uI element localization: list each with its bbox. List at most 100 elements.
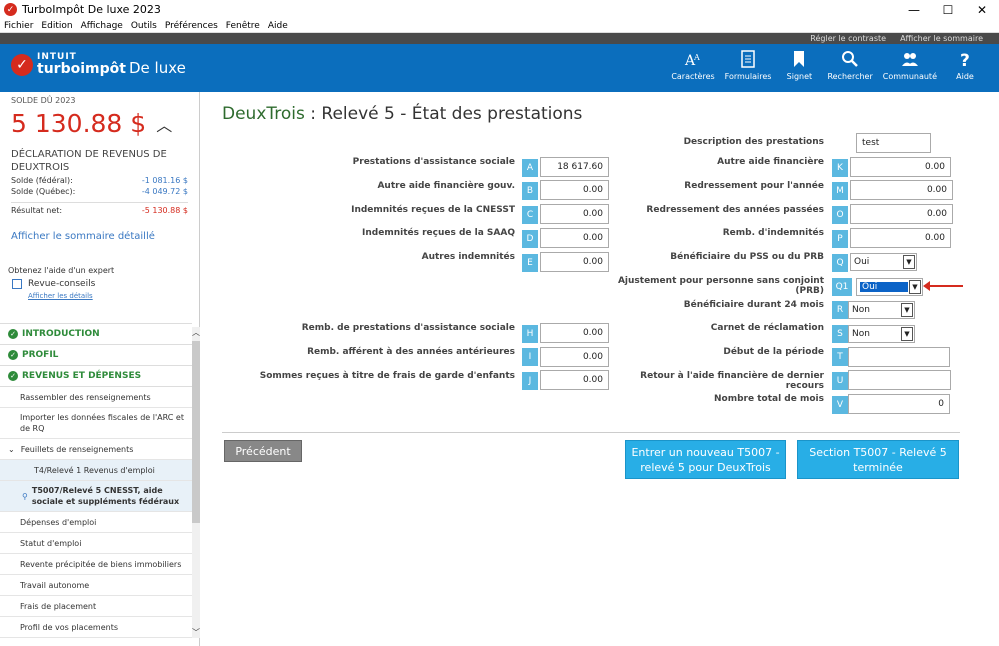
- svg-text:?: ?: [960, 51, 970, 68]
- scroll-down-icon: ﹀: [192, 628, 200, 637]
- nav-item-statut[interactable]: Statut d'emploi: [0, 533, 192, 554]
- select-q[interactable]: Oui ▼: [850, 253, 917, 271]
- sidebar: SOLDE DÛ 2023 5 130.88 $ ︿ DÉCLARATION D…: [0, 92, 200, 646]
- letter-q: Q: [832, 254, 848, 272]
- field-label-m: Redressement pour l'année: [684, 181, 824, 191]
- nav-item-rassembler[interactable]: Rassembler des renseignements: [0, 387, 192, 408]
- field-label-s: Carnet de réclamation: [710, 323, 824, 333]
- input-u[interactable]: [848, 370, 951, 390]
- nav-section-profil[interactable]: ✓ PROFIL: [0, 345, 192, 366]
- menu-fichier[interactable]: Fichier: [4, 21, 33, 31]
- show-summary-link[interactable]: Afficher le sommaire: [900, 34, 983, 43]
- nav-item-profil-placements[interactable]: Profil de vos placements: [0, 617, 192, 638]
- rechercher-button[interactable]: Rechercher: [827, 50, 873, 81]
- input-d[interactable]: 0.00: [540, 228, 609, 248]
- input-h[interactable]: 0.00: [540, 323, 609, 343]
- nav-item-revente[interactable]: Revente précipitée de biens immobiliers: [0, 554, 192, 575]
- communaute-button[interactable]: Communauté: [883, 50, 937, 81]
- field-label-i: Remb. afférent à des années antérieures: [307, 347, 515, 357]
- scroll-up-icon: ︿: [192, 328, 200, 337]
- nav-item-t5007[interactable]: ⚲ T5007/Relevé 5 CNESST, aide sociale et …: [0, 481, 192, 512]
- input-i[interactable]: 0.00: [540, 347, 609, 367]
- select-r[interactable]: Non ▼: [848, 301, 915, 319]
- field-label-e: Autres indemnités: [421, 252, 515, 262]
- input-k[interactable]: 0.00: [850, 157, 951, 177]
- menu-affichage[interactable]: Affichage: [81, 21, 123, 31]
- signet-button[interactable]: Signet: [781, 50, 817, 81]
- field-label-b: Autre aide financière gouv.: [377, 181, 515, 191]
- menu-outils[interactable]: Outils: [131, 21, 157, 31]
- input-o[interactable]: 0.00: [850, 204, 953, 224]
- field-label-c: Indemnités reçues de la CNESST: [351, 205, 515, 215]
- previous-button[interactable]: Précédent: [224, 440, 302, 462]
- brand-bottom: turboimpôt: [37, 61, 126, 77]
- letter-q1: Q1: [832, 278, 852, 296]
- letter-k: K: [832, 159, 848, 177]
- letter-u: U: [832, 372, 848, 390]
- input-v[interactable]: 0: [848, 394, 950, 414]
- formulaires-button[interactable]: Formulaires: [725, 50, 771, 81]
- input-j[interactable]: 0.00: [540, 370, 609, 390]
- field-label-h: Remb. de prestations d'assistance social…: [301, 323, 515, 333]
- field-label-p: Remb. d'indemnités: [722, 228, 824, 238]
- input-t[interactable]: [848, 347, 950, 367]
- aide-button[interactable]: ? Aide: [947, 50, 983, 81]
- main-panel: DeuxTrois : Relevé 5 - État des prestati…: [200, 92, 999, 646]
- contrast-link[interactable]: Régler le contraste: [810, 34, 886, 43]
- menu-edition[interactable]: Edition: [41, 21, 72, 31]
- svg-text:A: A: [693, 53, 700, 62]
- field-label-o: Redressement des années passées: [646, 205, 824, 215]
- divider: [222, 432, 960, 433]
- dropdown-arrow-icon: ▼: [901, 327, 913, 341]
- dropdown-arrow-icon: ▼: [903, 255, 915, 269]
- new-t5007-button[interactable]: Entrer un nouveau T5007 - relevé 5 pour …: [625, 440, 786, 479]
- caracteres-button[interactable]: AA Caractères: [671, 50, 714, 81]
- maximize-button[interactable]: ☐: [931, 0, 965, 19]
- sidebar-scrollbar[interactable]: ︿ ﹀: [192, 327, 200, 638]
- menu-aide[interactable]: Aide: [268, 21, 288, 31]
- letter-h: H: [522, 325, 538, 343]
- close-button[interactable]: ✕: [965, 0, 999, 19]
- detailed-summary-link[interactable]: Afficher le sommaire détaillé: [11, 231, 188, 242]
- nav-item-importer[interactable]: Importer les données fiscales de l'ARC e…: [0, 408, 192, 439]
- app-icon: ✓: [4, 3, 17, 16]
- input-m[interactable]: 0.00: [850, 180, 953, 200]
- input-e[interactable]: 0.00: [540, 252, 609, 272]
- letter-b: B: [522, 182, 538, 200]
- nav-item-travail[interactable]: Travail autonome: [0, 575, 192, 596]
- expert-box: Obtenez l'aide d'un expert Revue-conseil…: [0, 266, 199, 300]
- field-label-j: Sommes reçues à titre de frais de garde …: [259, 371, 515, 381]
- nav-item-feuillets[interactable]: ⌄ Feuillets de renseignements: [0, 439, 192, 460]
- input-c[interactable]: 0.00: [540, 204, 609, 224]
- section-done-button[interactable]: Section T5007 - Relevé 5 terminée: [797, 440, 959, 479]
- quebec-row: Solde (Québec): -4 049.72 $: [11, 187, 188, 196]
- revue-conseils[interactable]: Revue-conseils: [8, 279, 191, 289]
- chevron-up-icon[interactable]: ︿: [156, 112, 172, 136]
- minimize-button[interactable]: —: [897, 0, 931, 19]
- nav-item-t4[interactable]: T4/Relevé 1 Revenus d'emploi: [0, 460, 192, 481]
- red-arrow-annotation: [923, 281, 963, 291]
- nav-section-revenus[interactable]: ✓ REVENUS ET DÉPENSES: [0, 366, 192, 387]
- solde-amount: 5 130.88 $ ︿: [11, 109, 173, 138]
- scroll-thumb[interactable]: [192, 341, 200, 523]
- input-a[interactable]: 18 617.60: [540, 157, 609, 177]
- letter-i: I: [522, 348, 538, 366]
- letter-s: S: [832, 325, 848, 343]
- letter-a: A: [522, 159, 538, 177]
- description-input[interactable]: test: [856, 133, 931, 153]
- field-label-r: Bénéficiaire durant 24 mois: [683, 300, 824, 310]
- menu-preferences[interactable]: Préférences: [165, 21, 218, 31]
- select-s[interactable]: Non ▼: [848, 325, 915, 343]
- logo: ✓ INTUIT turboimpôt: [11, 53, 126, 76]
- menu-fenetre[interactable]: Fenêtre: [226, 21, 260, 31]
- select-q1[interactable]: Oui ▼: [856, 278, 923, 296]
- details-link[interactable]: Afficher les détails: [28, 292, 191, 300]
- field-label-t: Début de la période: [723, 347, 824, 357]
- input-p[interactable]: 0.00: [850, 228, 951, 248]
- federal-row: Solde (fédéral): -1 081.16 $: [11, 176, 188, 185]
- input-b[interactable]: 0.00: [540, 180, 609, 200]
- nav-section-introduction[interactable]: ✓ INTRODUCTION: [0, 324, 192, 345]
- nav-item-frais[interactable]: Frais de placement: [0, 596, 192, 617]
- window-title: TurboImpôt De luxe 2023: [22, 3, 161, 16]
- nav-item-depenses[interactable]: Dépenses d'emploi: [0, 512, 192, 533]
